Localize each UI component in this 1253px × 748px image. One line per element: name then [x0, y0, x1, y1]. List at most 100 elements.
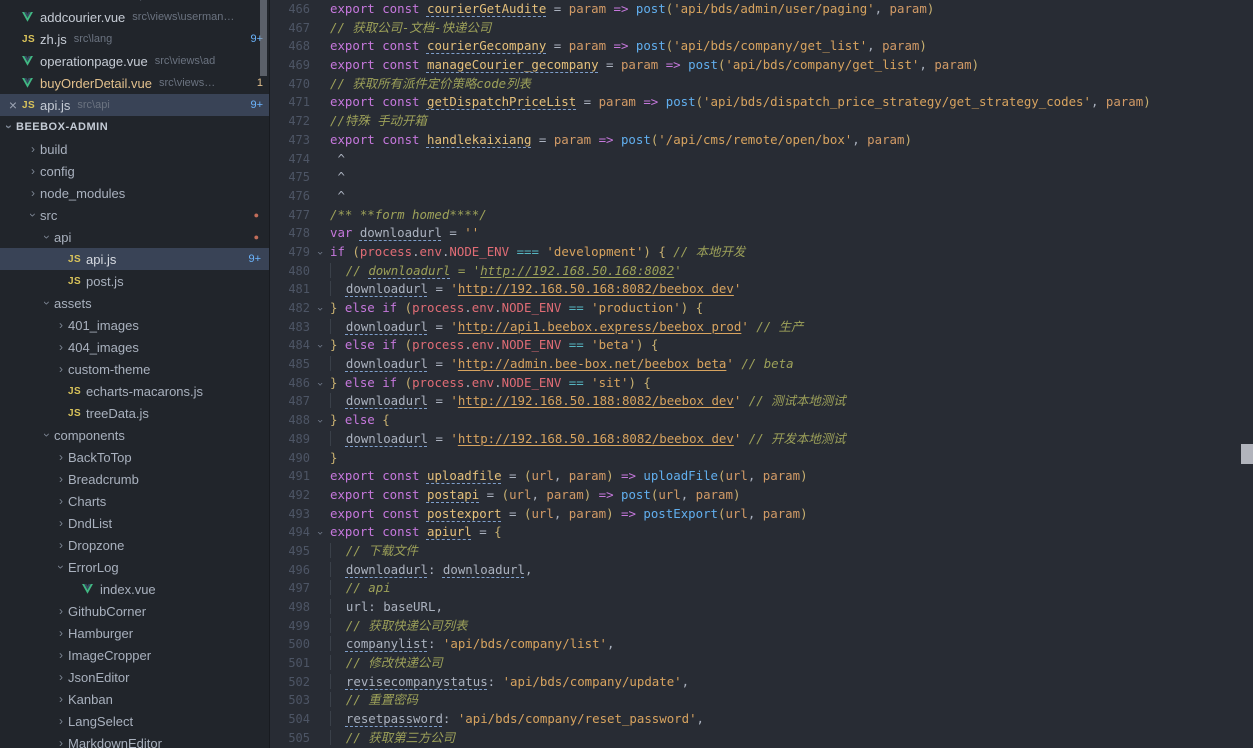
fold-icon[interactable]: ›	[310, 243, 330, 262]
tree-item-ErrorLog[interactable]: › ErrorLog	[0, 556, 269, 578]
tree-item-src[interactable]: › src ●	[0, 204, 269, 226]
code-line[interactable]: 481 downloadurl = 'http://192.168.50.168…	[270, 280, 1253, 299]
fold-icon[interactable]: ›	[310, 523, 330, 542]
tree-item-api.js[interactable]: JS api.js 9+	[0, 248, 269, 270]
tree-item-LangSelect[interactable]: › LangSelect	[0, 710, 269, 732]
code-line[interactable]: 491 export const uploadfile = (url, param…	[270, 467, 1253, 486]
code-line[interactable]: 486 ›} else if (process.env.NODE_ENV == '…	[270, 374, 1253, 393]
code-line[interactable]: 474 ^	[270, 150, 1253, 169]
code-line[interactable]: 488 ›} else {	[270, 411, 1253, 430]
code-line[interactable]: 467// 获取公司-文档-快递公司	[270, 19, 1253, 38]
fold-slot	[310, 710, 330, 729]
code-line[interactable]: 496 downloadurl: downloadurl,	[270, 561, 1253, 580]
tree-item-api[interactable]: › api ●	[0, 226, 269, 248]
tree-item-Kanban[interactable]: › Kanban	[0, 688, 269, 710]
tree-item-label: build	[40, 141, 68, 157]
tree-item-post.js[interactable]: JS post.js	[0, 270, 269, 292]
open-editor-item[interactable]: addcourier.vue src\views\userman…	[0, 6, 269, 28]
code-line[interactable]: 493 export const postexport = (url, param…	[270, 505, 1253, 524]
code-line[interactable]: 470// 获取所有派件定价策略code列表	[270, 75, 1253, 94]
chevron-down-icon: ›	[40, 433, 54, 437]
line-number: 497	[288, 581, 310, 596]
tree-item-config[interactable]: › config	[0, 160, 269, 182]
tree-item-MarkdownEditor[interactable]: › MarkdownEditor	[0, 732, 269, 748]
code-line[interactable]: 501 // 修改快递公司	[270, 654, 1253, 673]
line-number: 478	[288, 226, 310, 241]
fold-icon[interactable]: ›	[310, 374, 330, 393]
code-line[interactable]: 505 // 获取第三方公司	[270, 729, 1253, 748]
code-line[interactable]: 480 // downloadurl = 'http://192.168.50.…	[270, 262, 1253, 281]
tree-item-JsonEditor[interactable]: › JsonEditor	[0, 666, 269, 688]
tree-item-GithubCorner[interactable]: › GithubCorner	[0, 600, 269, 622]
tree-item-401_images[interactable]: › 401_images	[0, 314, 269, 336]
close-icon[interactable]: ×	[4, 94, 22, 116]
line-number: 469	[288, 58, 310, 73]
code-line[interactable]: 482 ›} else if (process.env.NODE_ENV == '…	[270, 299, 1253, 318]
line-number: 499	[288, 618, 310, 633]
code-line[interactable]: 471 export const getDispatchPriceList = p…	[270, 93, 1253, 112]
code-line[interactable]: 468 export const courierGecompany = param…	[270, 37, 1253, 56]
code-line[interactable]: 489 downloadurl = 'http://192.168.50.168…	[270, 430, 1253, 449]
editor-scrollbar-thumb[interactable]	[1241, 444, 1253, 464]
file-path: src\views…	[159, 77, 216, 89]
code-line[interactable]: 499 // 获取快递公司列表	[270, 617, 1253, 636]
code-line[interactable]: 466 export const courierGetAudite = param…	[270, 0, 1253, 19]
tree-item-build[interactable]: › build	[0, 138, 269, 160]
tree-item-Charts[interactable]: › Charts	[0, 490, 269, 512]
code-line[interactable]: 484 ›} else if (process.env.NODE_ENV == '…	[270, 336, 1253, 355]
sidebar-scrollbar[interactable]	[260, 0, 267, 76]
code-line[interactable]: 504 resetpassword: 'api/bds/company/rese…	[270, 710, 1253, 729]
code-line[interactable]: 485 downloadurl = 'http://admin.bee-box.…	[270, 355, 1253, 374]
tree-item-404_images[interactable]: › 404_images	[0, 336, 269, 358]
fold-icon[interactable]: ›	[310, 299, 330, 318]
fold-slot	[310, 635, 330, 654]
line-number: 466	[288, 2, 310, 16]
code-line[interactable]: 500 companylist: 'api/bds/company/list',	[270, 635, 1253, 654]
chevron-right-icon: ›	[59, 516, 63, 530]
tree-item-assets[interactable]: › assets	[0, 292, 269, 314]
tree-item-node_modules[interactable]: › node_modules	[0, 182, 269, 204]
code-line[interactable]: 469 export const manageCourier_gecompany …	[270, 56, 1253, 75]
modified-dot: ●	[253, 232, 259, 242]
code-line[interactable]: 478 var downloadurl = ''	[270, 224, 1253, 243]
tree-item-ImageCropper[interactable]: › ImageCropper	[0, 644, 269, 666]
code-line[interactable]: 487 downloadurl = 'http://192.168.50.188…	[270, 392, 1253, 411]
code-line[interactable]: 473 export const handlekaixiang = param =…	[270, 131, 1253, 150]
open-editor-item[interactable]: buyOrderDetail.vue src\views… 1	[0, 72, 269, 94]
open-editors: e.vue src\views\adpace addcourier.vue src\v…	[0, 0, 269, 116]
tree-item-BackToTop[interactable]: › BackToTop	[0, 446, 269, 468]
open-editor-item[interactable]: × JS api.js src\api 9+	[0, 94, 269, 116]
tree-item-Dropzone[interactable]: › Dropzone	[0, 534, 269, 556]
tree-item-label: api	[54, 229, 72, 245]
tree-item-custom-theme[interactable]: › custom-theme	[0, 358, 269, 380]
code-line[interactable]: 483 downloadurl = 'http://api1.beebox.ex…	[270, 318, 1253, 337]
fold-icon[interactable]: ›	[310, 411, 330, 430]
tree-item-DndList[interactable]: › DndList	[0, 512, 269, 534]
fold-slot	[310, 542, 330, 561]
code-line[interactable]: 498 url: baseURL,	[270, 598, 1253, 617]
code-line[interactable]: 497 // api	[270, 579, 1253, 598]
fold-slot	[310, 355, 330, 374]
tree-item-Breadcrumb[interactable]: › Breadcrumb	[0, 468, 269, 490]
code-line[interactable]: 477/** **form homed****/	[270, 206, 1253, 225]
tree-item-echarts-macarons.js[interactable]: JS echarts-macarons.js	[0, 380, 269, 402]
line-number: 488	[288, 413, 310, 428]
tree-item-treeData.js[interactable]: JS treeData.js	[0, 402, 269, 424]
open-editor-item[interactable]: operationpage.vue src\views\ad	[0, 50, 269, 72]
code-line[interactable]: 502 revisecompanystatus: 'api/bds/compan…	[270, 673, 1253, 692]
code-line[interactable]: 472//特殊 手动开箱	[270, 112, 1253, 131]
open-editor-item[interactable]: JS zh.js src\lang 9+	[0, 28, 269, 50]
project-section-header[interactable]: › BEEBOX-ADMIN	[0, 116, 269, 138]
tree-item-Hamburger[interactable]: › Hamburger	[0, 622, 269, 644]
code-line[interactable]: 490}	[270, 449, 1253, 468]
code-line[interactable]: 492 export const postapi = (url, param) =…	[270, 486, 1253, 505]
code-line[interactable]: 479 › if (process.env.NODE_ENV === 'develo…	[270, 243, 1253, 262]
code-line[interactable]: 476 ^	[270, 187, 1253, 206]
code-line[interactable]: 495 // 下载文件	[270, 542, 1253, 561]
tree-item-components[interactable]: › components	[0, 424, 269, 446]
fold-icon[interactable]: ›	[310, 336, 330, 355]
code-line[interactable]: 475 ^	[270, 168, 1253, 187]
code-line[interactable]: 494 › export const apiurl = {	[270, 523, 1253, 542]
code-line[interactable]: 503 // 重置密码	[270, 691, 1253, 710]
tree-item-index.vue[interactable]: index.vue	[0, 578, 269, 600]
